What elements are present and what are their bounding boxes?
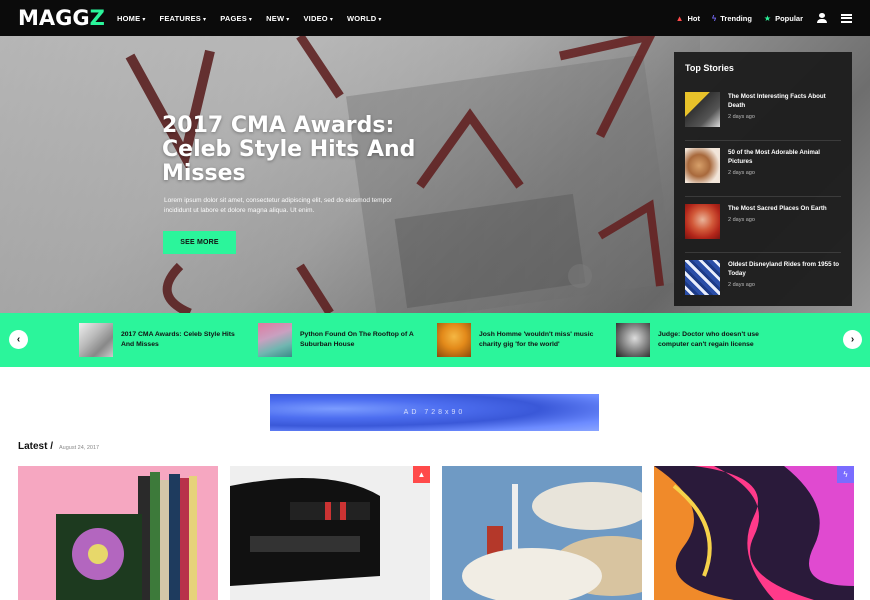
story-time: 2 days ago [728,282,755,288]
chevron-down-icon: ▾ [329,16,334,23]
top-story-item[interactable]: The Most Interesting Facts About Death 2… [685,85,841,141]
site-logo[interactable]: MAGGZ [18,6,105,30]
top-story-item[interactable]: Oldest Disneyland Rides from 1955 to Tod… [685,253,841,309]
hamburger-menu-icon[interactable] [841,13,852,23]
top-story-item[interactable]: 50 of the Most Adorable Animal Pictures … [685,141,841,197]
story-time: 2 days ago [728,170,755,176]
ticker-headline[interactable]: Judge: Doctor who doesn't use computer c… [658,330,786,350]
story-headline[interactable]: The Most Sacred Places On Earth [728,204,841,213]
flame-icon: ▲ [675,13,684,23]
ticker-item[interactable]: Judge: Doctor who doesn't use computer c… [616,322,786,358]
hero-title[interactable]: 2017 CMA Awards: Celeb Style Hits And Mi… [162,114,462,186]
chevron-down-icon: ▾ [286,16,290,23]
user-icon[interactable] [817,13,827,23]
story-thumbnail[interactable] [685,148,720,183]
latest-card-image[interactable]: ▲ [230,466,430,600]
chevron-down-icon: ▾ [378,16,382,23]
latest-card-image[interactable] [18,466,218,600]
story-thumbnail[interactable] [685,92,720,127]
ticker-item[interactable]: Josh Homme 'wouldn't miss' music charity… [437,322,607,358]
abstract-art-image [654,466,854,600]
top-story-item[interactable]: The Most Sacred Places On Earth 2 days a… [685,197,841,253]
ticker-item[interactable]: 2017 CMA Awards: Celeb Style Hits And Mi… [79,322,249,358]
story-time: 2 days ago [728,114,755,120]
latest-date: August 24, 2017 [59,445,100,451]
nav-item-video[interactable]: VIDEO ▾ [303,14,333,23]
story-headline[interactable]: 50 of the Most Adorable Animal Pictures [728,148,841,166]
see-more-button[interactable]: SEE MORE [163,231,236,254]
nav-item-new[interactable]: NEW ▾ [266,14,289,23]
story-time: 2 days ago [728,217,755,223]
car-image [230,466,430,600]
ad-label: AD 728x90 [403,409,466,416]
hero-description: Lorem ipsum dolor sit amet, consectetur … [164,197,392,214]
page: MAGGZ HOME ▾ FEATURES ▾ PAGES ▾ NEW ▾ VIDEO ▾… [0,0,870,600]
news-ticker: ‹ 2017 CMA Awards: Celeb Style Hits And … [0,313,870,367]
flame-icon: ▲ [413,466,430,483]
popular-link[interactable]: ★ Popular [764,14,803,23]
story-headline[interactable]: The Most Interesting Facts About Death [728,92,841,110]
ticker-prev-button[interactable]: ‹ [9,330,28,349]
chevron-down-icon: ▾ [142,16,146,23]
advertisement-banner[interactable]: AD 728x90 [270,394,599,431]
latest-title: Latest / [18,441,54,452]
ticker-item[interactable]: Python Found On The Rooftop of A Suburba… [258,322,428,358]
nav-item-pages[interactable]: PAGES ▾ [220,14,252,23]
latest-card-image[interactable]: ϟ [654,466,854,600]
chevron-down-icon: ▾ [203,16,207,23]
ticker-thumbnail[interactable] [616,323,650,357]
top-navigation-bar: MAGGZ HOME ▾ FEATURES ▾ PAGES ▾ NEW ▾ VIDEO ▾… [0,0,870,36]
nav-item-features[interactable]: FEATURES ▾ [160,14,207,23]
nav-item-world[interactable]: WORLD ▾ [347,14,382,23]
books-image [56,472,197,600]
chevron-down-icon: ▾ [248,16,253,23]
main-menu: HOME ▾ FEATURES ▾ PAGES ▾ NEW ▾ VIDEO ▾ WORLD… [117,0,396,36]
ticker-headline[interactable]: 2017 CMA Awards: Celeb Style Hits And Mi… [121,330,249,350]
top-stories-title: Top Stories [685,63,734,73]
right-navigation: ▲ Hot ϟ Trending ★ Popular [664,0,852,36]
latest-section-header: Latest / August 24, 2017 [18,441,99,452]
story-thumbnail[interactable] [685,260,720,295]
ticker-headline[interactable]: Josh Homme 'wouldn't miss' music charity… [479,330,607,350]
nav-item-home[interactable]: HOME ▾ [117,14,146,23]
ticker-headline[interactable]: Python Found On The Rooftop of A Suburba… [300,330,428,350]
story-thumbnail[interactable] [685,204,720,239]
hot-link[interactable]: ▲ Hot [676,14,700,23]
ticker-thumbnail[interactable] [258,323,292,357]
lightning-icon: ϟ [837,466,854,483]
top-stories-panel: Top Stories The Most Interesting Facts A… [674,52,852,306]
ticker-thumbnail[interactable] [79,323,113,357]
trending-link[interactable]: ϟ Trending [712,14,752,23]
story-headline[interactable]: Oldest Disneyland Rides from 1955 to Tod… [728,260,841,278]
lightning-icon: ϟ [712,13,717,23]
ticker-thumbnail[interactable] [437,323,471,357]
latest-card-image[interactable] [442,466,642,600]
ticker-next-button[interactable]: › [843,330,862,349]
star-icon: ★ [763,13,772,23]
rocket-launch-image [442,466,642,600]
